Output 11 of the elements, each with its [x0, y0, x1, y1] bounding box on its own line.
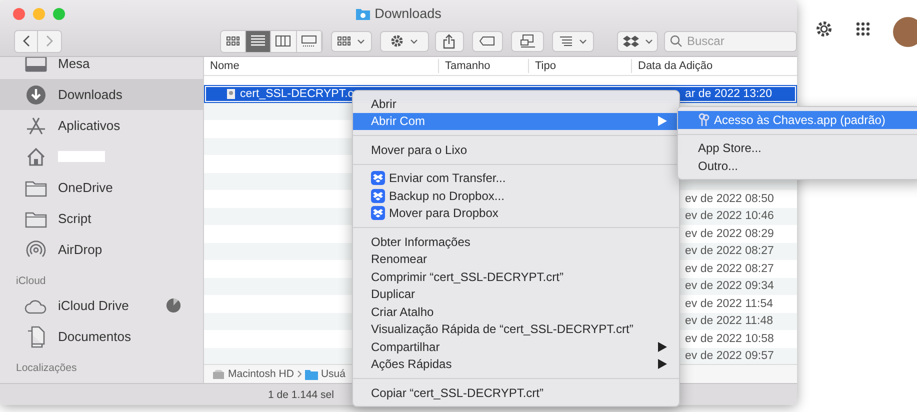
status-text: 1 de 1.144 sel: [268, 388, 334, 400]
sidebar-section-heading: Localizações: [15, 361, 78, 376]
date-cell-text: ev de 2022 09:34: [684, 280, 775, 292]
window-title: Downloads: [356, 6, 442, 21]
date-cell-text: ev de 2022 10:46: [684, 210, 775, 222]
date-cell-text: ar de 2022 13:20: [684, 88, 773, 100]
date-cell-text: ev de 2022 08:27: [684, 245, 775, 258]
date-cell-text: ev de 2022 11:48: [684, 315, 774, 328]
sidebar-section-heading: iCloud: [15, 274, 47, 289]
date-cell-text: ev de 2022 09:57: [684, 350, 775, 362]
date-cell-text: ev de 2022 08:27: [684, 262, 775, 275]
